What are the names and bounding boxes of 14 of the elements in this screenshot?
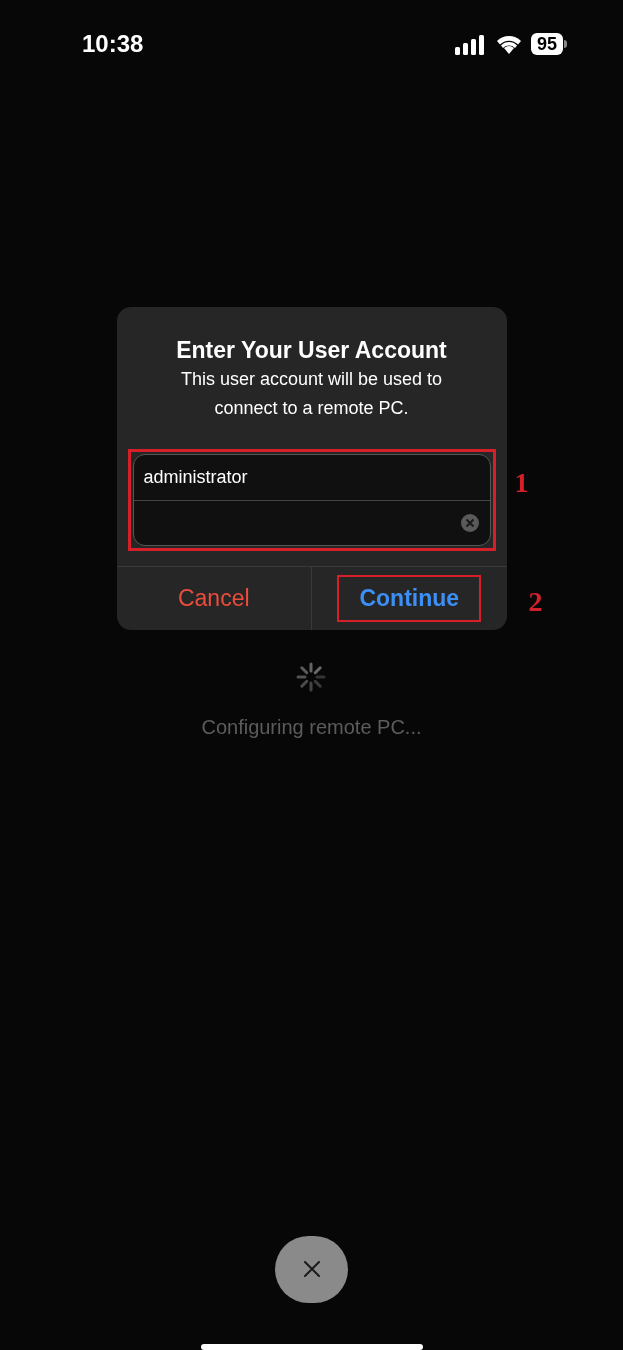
- dialog-title: Enter Your User Account: [176, 336, 447, 365]
- wifi-icon: [494, 33, 523, 54]
- clear-icon[interactable]: [459, 513, 480, 533]
- dialog-button[interactable]: Cancel: [157, 575, 270, 622]
- dialog-message: This user account will be used to connect to a remote PC.: [179, 368, 444, 420]
- loading-spinner-icon: [296, 662, 327, 692]
- close-icon: [303, 1261, 320, 1278]
- annotation-number: 1: [514, 466, 529, 500]
- annotation-number: 2: [528, 585, 543, 619]
- signal-icon: [454, 32, 487, 55]
- status-message: Configuring remote PC...: [201, 715, 422, 740]
- battery-indicator: 95: [530, 32, 563, 55]
- status-time: 10:38: [82, 28, 144, 59]
- dialog-button[interactable]: Continue: [337, 575, 482, 622]
